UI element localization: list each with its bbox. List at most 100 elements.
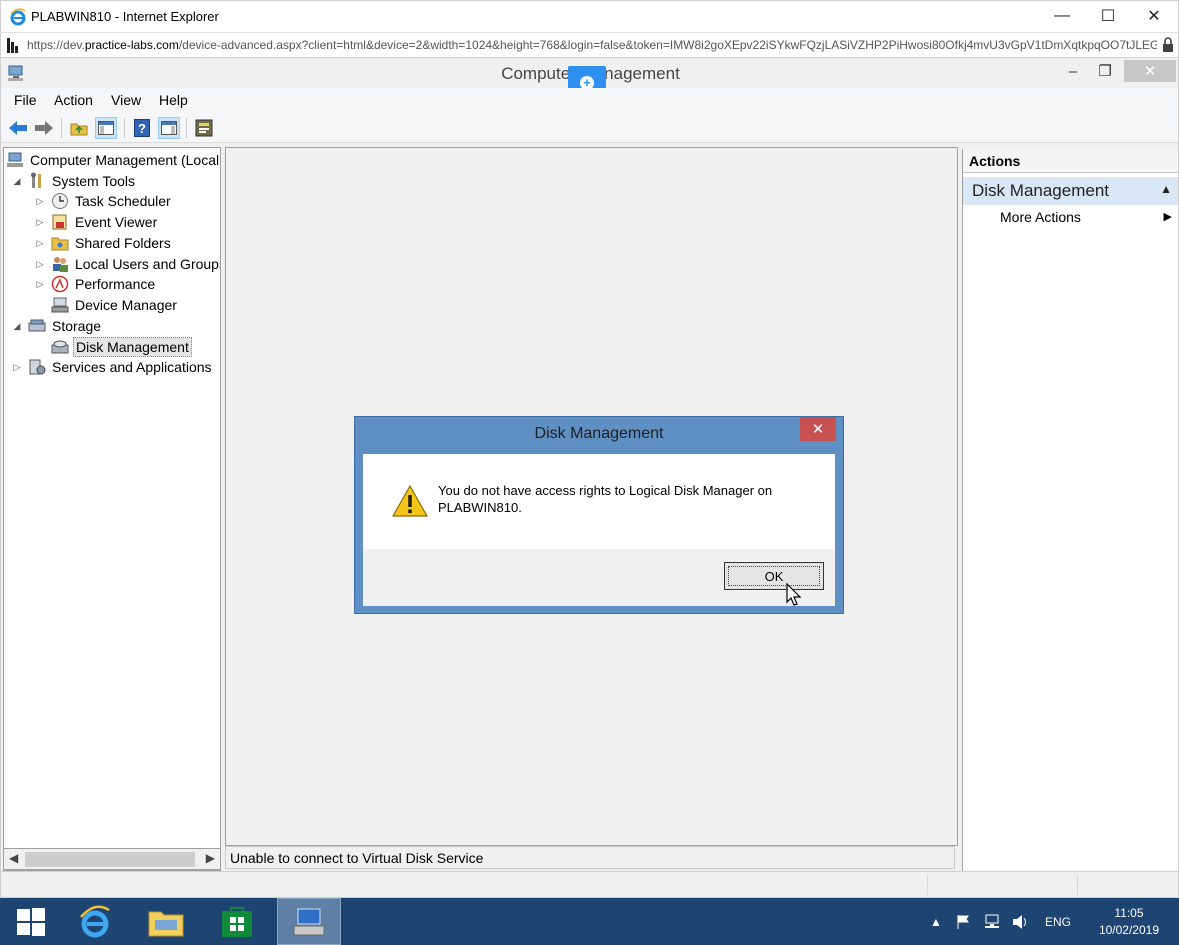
help-button[interactable]: ? — [131, 117, 153, 139]
actions-pane: Actions Disk Management ▲ More Actions ▶ — [962, 149, 1178, 871]
tree-item-local-users-and-groups[interactable]: ▷ Local Users and Groups — [35, 254, 221, 274]
tree-item-event-viewer[interactable]: ▷ Event Viewer — [35, 212, 159, 232]
scroll-left-icon[interactable]: ◀ — [9, 851, 18, 865]
show-hide-action-pane-button[interactable] — [158, 117, 180, 139]
taskbar-computer-management[interactable] — [277, 898, 341, 945]
tree-item-disk-management[interactable]: Disk Management — [51, 337, 192, 357]
internet-explorer-icon — [10, 8, 26, 26]
menu-file[interactable]: File — [14, 92, 37, 108]
device-manager-icon — [51, 297, 69, 313]
volume-icon[interactable] — [1012, 898, 1030, 945]
taskbar: ▲ ENG 11:05 10/02/2019 — [0, 898, 1179, 945]
start-button[interactable] — [0, 898, 62, 945]
actions-section-disk-management[interactable]: Disk Management ▲ — [963, 177, 1178, 205]
forward-button[interactable] — [33, 117, 55, 139]
site-favicon-icon — [7, 38, 18, 53]
tree-item-storage[interactable]: ◢ Storage — [12, 316, 103, 336]
error-dialog: Disk Management ✕ You do not have access… — [354, 416, 844, 614]
url-prefix: https://dev. — [27, 38, 85, 52]
back-button[interactable] — [7, 117, 29, 139]
status-message: Unable to connect to Virtual Disk Servic… — [230, 850, 484, 866]
menu-view[interactable]: View — [111, 92, 141, 108]
mmc-restore-button[interactable]: ❐ — [1090, 60, 1120, 82]
tree-item-services-and-applications[interactable]: ▷ Services and Applications — [12, 357, 214, 377]
mouse-pointer-icon — [786, 583, 802, 606]
browser-title: PLABWIN810 - Internet Explorer — [31, 9, 219, 24]
toolbar-separator — [186, 118, 187, 138]
status-cell — [1077, 875, 1078, 895]
tree-item-computer-management[interactable]: Computer Management (Local — [6, 150, 220, 170]
store-icon — [222, 906, 252, 937]
scroll-thumb[interactable] — [25, 852, 195, 867]
mmc-close-button[interactable]: ✕ — [1124, 60, 1176, 82]
tree-label: Local Users and Groups — [75, 256, 221, 272]
tree-label: Disk Management — [73, 337, 192, 357]
system-clock[interactable]: 11:05 10/02/2019 — [1099, 905, 1159, 939]
collapse-icon[interactable]: ◢ — [12, 321, 22, 332]
tree-item-device-manager[interactable]: Device Manager — [51, 295, 179, 315]
browser-titlebar: PLABWIN810 - Internet Explorer — ☐ ✕ — [0, 0, 1179, 32]
dialog-body: You do not have access rights to Logical… — [363, 454, 835, 549]
properties-button[interactable] — [193, 117, 215, 139]
show-hidden-icons-button[interactable]: ▲ — [930, 898, 942, 945]
dialog-footer: OK — [363, 549, 835, 606]
browser-maximize-button[interactable]: ☐ — [1085, 1, 1131, 31]
storage-icon — [28, 319, 46, 332]
scroll-right-icon[interactable]: ▶ — [206, 851, 215, 865]
submenu-arrow-icon: ▶ — [1163, 211, 1172, 223]
console-tree: Computer Management (Local ◢ System Tool… — [3, 147, 221, 871]
tree-label: Performance — [75, 276, 156, 292]
tree-item-performance[interactable]: ▷ Performance — [35, 274, 157, 294]
menu-action[interactable]: Action — [54, 92, 93, 108]
tree-item-shared-folders[interactable]: ▷ Shared Folders — [35, 233, 173, 253]
taskbar-store[interactable] — [206, 898, 268, 945]
expand-icon[interactable]: ▷ — [35, 217, 45, 228]
more-actions-item[interactable]: More Actions — [1000, 209, 1081, 225]
collapse-triangle-icon[interactable]: ▲ — [1160, 182, 1172, 196]
browser-close-button[interactable]: ✕ — [1131, 1, 1177, 31]
expand-icon[interactable]: ▷ — [35, 259, 45, 270]
taskbar-file-explorer[interactable] — [135, 898, 197, 945]
tree-label: Storage — [52, 318, 102, 334]
computer-management-icon — [7, 152, 23, 167]
action-pane-icon — [161, 121, 177, 135]
up-one-level-button[interactable] — [68, 117, 90, 139]
help-icon: ? — [134, 119, 150, 137]
tree-item-task-scheduler[interactable]: ▷ Task Scheduler — [35, 191, 173, 211]
action-center-flag-icon[interactable] — [955, 898, 971, 945]
users-icon — [53, 257, 68, 272]
folder-icon — [148, 911, 184, 936]
collapse-icon[interactable]: ◢ — [12, 176, 22, 187]
address-bar[interactable]: https://dev.practice-labs.com/device-adv… — [0, 32, 1179, 58]
tree-item-system-tools[interactable]: ◢ System Tools — [12, 171, 137, 191]
address-url[interactable]: https://dev.practice-labs.com/device-adv… — [27, 38, 1157, 52]
mmc-minimize-button[interactable]: ‒ — [1058, 60, 1088, 82]
lock-icon[interactable] — [1162, 37, 1174, 53]
toolbar-separator — [124, 118, 125, 138]
expand-icon[interactable]: ▷ — [12, 362, 22, 373]
expand-icon[interactable]: ▷ — [35, 238, 45, 249]
dialog-message: You do not have access rights to Logical… — [438, 483, 773, 515]
show-hide-console-tree-button[interactable] — [95, 117, 117, 139]
forward-arrow-icon — [35, 121, 53, 135]
network-icon[interactable] — [984, 898, 1002, 945]
services-icon — [29, 359, 46, 375]
toolbar-separator — [61, 118, 62, 138]
ok-button[interactable]: OK — [724, 562, 824, 590]
expand-icon[interactable]: ▷ — [35, 196, 45, 207]
window-status-bar — [0, 871, 1179, 898]
tree-label: System Tools — [52, 173, 135, 189]
tree-horizontal-scrollbar[interactable]: ◀ ▶ — [3, 848, 221, 870]
menu-help[interactable]: Help — [159, 92, 188, 108]
clock-time: 11:05 — [1114, 906, 1144, 920]
language-indicator[interactable]: ENG — [1045, 898, 1071, 945]
windows-logo-icon — [17, 907, 45, 936]
tree-label: Computer Management (Local — [30, 152, 220, 168]
warning-icon — [392, 485, 428, 517]
browser-minimize-button[interactable]: — — [1039, 1, 1085, 31]
event-viewer-icon — [52, 214, 67, 230]
taskbar-internet-explorer[interactable] — [64, 898, 126, 945]
computer-management-icon — [293, 908, 325, 935]
expand-icon[interactable]: ▷ — [35, 279, 45, 290]
dialog-close-button[interactable]: ✕ — [800, 417, 836, 441]
